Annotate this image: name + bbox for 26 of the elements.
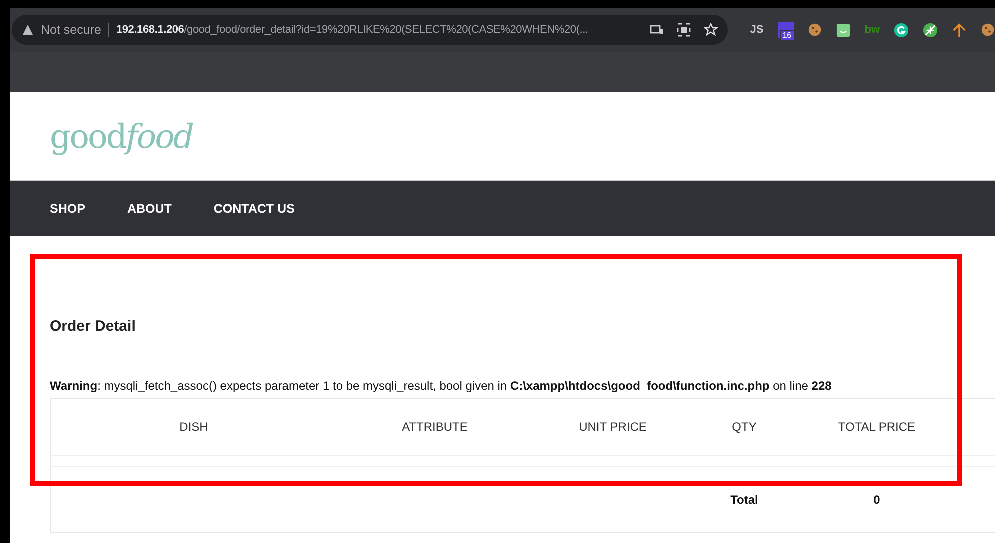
nav-link[interactable]: SHOP — [50, 202, 86, 216]
page-title: Order Detail — [50, 318, 137, 335]
extension-icon[interactable]: JS — [750, 24, 764, 36]
column-header: QTY — [731, 420, 758, 434]
extension-icon[interactable] — [923, 22, 938, 38]
column-header: UNIT PRICE — [578, 420, 648, 434]
extension-icon[interactable]: 16 — [778, 22, 794, 38]
column-header: TOTAL PRICE — [837, 420, 917, 434]
arrow-icon[interactable] — [952, 22, 967, 38]
url-text: 192.168.1.206/good_food/order_detail?id=19%20RLIKE%20(SELECT%20(CASE%20WHEN%20(... — [116, 24, 590, 36]
nav-link[interactable]: ABOUT — [127, 202, 172, 216]
total-value: 0 — [872, 492, 882, 506]
security-label: Not secure — [41, 23, 102, 37]
column-header: ATTRIBUTE — [401, 420, 469, 434]
total-label: Total — [730, 492, 760, 506]
address-bar[interactable]: Not secure 192.168.1.206/good_food/order_detail?id=19%20RLIKE%20(SELECT%20(CASE%20WHEN%20(... — [12, 15, 728, 45]
extension-icon[interactable] — [894, 22, 909, 38]
cookie-icon[interactable] — [808, 23, 822, 37]
nav-link[interactable]: CONTACT US — [214, 202, 295, 216]
cast-icon[interactable] — [650, 24, 664, 36]
cookie-icon[interactable] — [981, 23, 995, 37]
column-header: DISH — [178, 420, 210, 434]
star-icon[interactable] — [704, 23, 718, 37]
warning-icon — [22, 24, 34, 36]
extension-icon[interactable] — [836, 22, 851, 38]
warning-message: Warning: mysqli_fetch_assoc() expects parameter 1 to be mysqli_result, bool given in C:\xampp\htdocs\good_food\function.inc.php on line 228 — [50, 379, 833, 393]
